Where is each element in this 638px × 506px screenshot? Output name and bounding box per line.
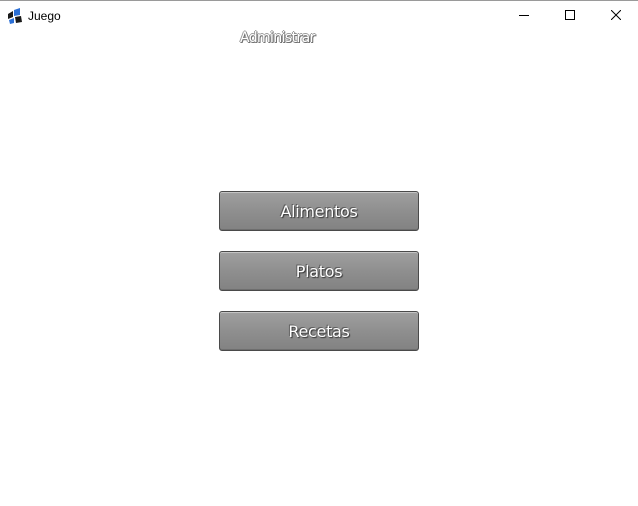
- alimentos-button-label: Alimentos: [280, 201, 358, 221]
- title-bar[interactable]: Juego: [0, 1, 638, 31]
- admin-heading: Administrar: [240, 30, 315, 46]
- platos-button[interactable]: Platos: [219, 251, 419, 291]
- close-icon: [611, 10, 621, 20]
- close-button[interactable]: [593, 1, 638, 31]
- app-window: Juego Administrar Alimentos Platos Recet…: [0, 0, 638, 506]
- recetas-button[interactable]: Recetas: [219, 311, 419, 351]
- window-title: Juego: [28, 9, 61, 23]
- alimentos-button[interactable]: Alimentos: [219, 191, 419, 231]
- app-logo-icon: [7, 8, 23, 24]
- maximize-button[interactable]: [547, 1, 593, 31]
- minimize-button[interactable]: [501, 1, 547, 31]
- platos-button-label: Platos: [295, 261, 343, 281]
- recetas-button-label: Recetas: [288, 321, 350, 341]
- maximize-icon: [565, 10, 575, 20]
- minimize-icon: [519, 15, 529, 16]
